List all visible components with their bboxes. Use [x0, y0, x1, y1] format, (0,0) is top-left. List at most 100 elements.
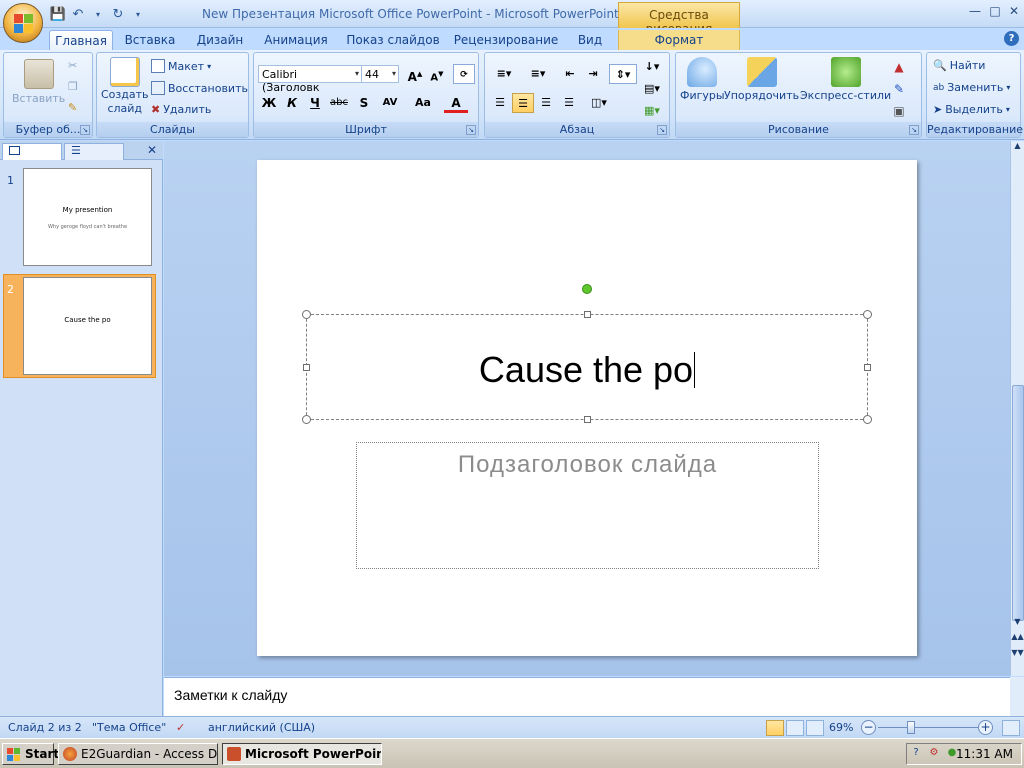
shapes-button[interactable]: Фигуры	[680, 57, 725, 102]
resize-handle[interactable]	[302, 310, 311, 319]
slideshow-view-button[interactable]	[806, 720, 824, 736]
chevron-down-icon[interactable]: ▾	[90, 6, 106, 22]
tab-review[interactable]: Рецензирование	[452, 30, 560, 50]
decrease-indent-button[interactable]: ⇤	[559, 64, 581, 84]
strikethrough-button[interactable]: abc	[328, 93, 350, 113]
align-text-button[interactable]: ▤▾	[641, 79, 663, 99]
help-icon[interactable]: ?	[1004, 31, 1019, 46]
zoom-slider[interactable]	[878, 727, 978, 728]
layout-button[interactable]: Макет ▾	[151, 59, 211, 73]
scroll-down-icon[interactable]: ▼	[1011, 617, 1024, 629]
dialog-launcher-icon[interactable]: ↘	[466, 125, 476, 135]
vertical-scrollbar[interactable]: ▲ ▼ ▲▲ ▼▼	[1010, 141, 1024, 676]
font-name-combo[interactable]: Calibri (Заголовк ▾	[258, 65, 362, 94]
subtitle-placeholder[interactable]: Подзаголовок слайда	[356, 442, 819, 569]
scroll-up-icon[interactable]: ▲	[1011, 141, 1024, 153]
zoom-out-icon[interactable]: −	[861, 720, 876, 735]
previous-slide-icon[interactable]: ▲▲	[1011, 632, 1024, 644]
shrink-font-button[interactable]: A▼	[426, 64, 448, 84]
save-icon[interactable]: 💾	[50, 6, 66, 22]
tab-outline[interactable]: ☰	[64, 143, 124, 160]
arrange-button[interactable]: Упорядочить	[724, 57, 799, 102]
change-case-button[interactable]: Aa	[409, 93, 437, 113]
resize-handle[interactable]	[864, 364, 871, 371]
line-spacing-button[interactable]: ⇕▾	[609, 64, 637, 84]
title-placeholder[interactable]: Cause the po	[302, 310, 872, 424]
resize-handle[interactable]	[584, 416, 591, 423]
align-center-button[interactable]: ☰	[512, 93, 534, 113]
grow-font-button[interactable]: A▲	[404, 64, 426, 84]
copy-button[interactable]: ❐	[68, 80, 78, 93]
dialog-launcher-icon[interactable]: ↘	[80, 125, 90, 135]
text-direction-button[interactable]: ↓▾	[641, 57, 663, 77]
numbering-button[interactable]: ≡▾	[523, 64, 553, 84]
normal-view-button[interactable]	[766, 720, 784, 736]
font-size-combo[interactable]: 44 ▾	[361, 65, 399, 83]
select-button[interactable]: ➤ Выделить ▾	[933, 103, 1010, 116]
slide-thumbnail-1[interactable]: My presention Why geroge floyd can't bre…	[23, 168, 152, 266]
format-painter-button[interactable]: ✎	[68, 101, 77, 114]
justify-button[interactable]: ☰	[558, 93, 580, 113]
resize-handle[interactable]	[863, 415, 872, 424]
help-tray-icon[interactable]: ?	[909, 747, 923, 761]
increase-indent-button[interactable]: ⇥	[582, 64, 604, 84]
tab-slideshow[interactable]: Показ слайдов	[343, 30, 443, 50]
bullets-button[interactable]: ≡▾	[489, 64, 519, 84]
quick-styles-button[interactable]: Экспресс-стили	[800, 57, 891, 102]
replace-button[interactable]: ab Заменить ▾	[933, 81, 1010, 94]
bold-button[interactable]: Ж	[258, 93, 280, 113]
resize-handle[interactable]	[863, 310, 872, 319]
dialog-launcher-icon[interactable]: ↘	[909, 125, 919, 135]
rotation-handle[interactable]	[582, 284, 592, 294]
language[interactable]: английский (США)	[208, 721, 315, 734]
tab-insert[interactable]: Вставка	[119, 30, 181, 50]
taskbar-item-powerpoint[interactable]: Microsoft PowerPoint ...	[222, 743, 382, 765]
next-slide-icon[interactable]: ▼▼	[1011, 648, 1024, 660]
scrollbar-thumb[interactable]	[1012, 385, 1024, 621]
zoom-slider-knob[interactable]	[907, 721, 915, 734]
zoom-in-icon[interactable]: +	[978, 720, 993, 735]
shape-outline-icon[interactable]: ✎	[888, 79, 910, 99]
italic-button[interactable]: К	[281, 93, 303, 113]
office-button[interactable]	[3, 3, 43, 43]
theme-name[interactable]: "Тема Office"	[92, 721, 166, 734]
spellcheck-icon[interactable]: ✓	[176, 721, 185, 734]
tab-slides-thumbnails[interactable]	[2, 143, 62, 160]
redo-icon[interactable]: ↻	[110, 6, 126, 22]
underline-button[interactable]: Ч	[304, 93, 326, 113]
shadow-button[interactable]: S	[353, 93, 375, 113]
align-right-button[interactable]: ☰	[535, 93, 557, 113]
slide-sorter-button[interactable]	[786, 720, 804, 736]
tab-design[interactable]: Дизайн	[190, 30, 250, 50]
clear-format-button[interactable]: ⟳	[453, 64, 475, 84]
tab-home[interactable]: Главная	[49, 30, 113, 50]
char-spacing-button[interactable]: AV	[376, 93, 404, 113]
dialog-launcher-icon[interactable]: ↘	[657, 125, 667, 135]
font-color-button[interactable]: A	[444, 93, 468, 113]
network-tray-icon[interactable]: ⚙	[927, 747, 941, 761]
fit-to-window-button[interactable]	[1002, 720, 1020, 736]
slide-canvas[interactable]: Cause the po Подзаголовок слайда	[257, 160, 917, 656]
close-pane-icon[interactable]: ✕	[147, 143, 157, 157]
shape-fill-icon[interactable]: ▲	[888, 57, 910, 77]
resize-handle[interactable]	[303, 364, 310, 371]
paste-button[interactable]: Вставить	[12, 59, 65, 105]
start-button[interactable]: Start	[2, 743, 59, 765]
resize-handle[interactable]	[584, 311, 591, 318]
delete-slide-button[interactable]: ✖ Удалить	[151, 103, 211, 116]
columns-button[interactable]: ◫▾	[584, 93, 614, 113]
tab-view[interactable]: Вид	[572, 30, 608, 50]
smartart-button[interactable]: ▦▾	[641, 101, 663, 121]
cut-button[interactable]: ✂	[68, 59, 77, 72]
find-button[interactable]: 🔍 Найти	[933, 59, 985, 72]
zoom-level[interactable]: 69%	[829, 721, 853, 734]
tab-format[interactable]: Формат	[618, 30, 740, 50]
customize-qat-icon[interactable]: ▾	[130, 6, 146, 22]
reset-button[interactable]: Восстановить	[151, 81, 248, 95]
taskbar-item-browser[interactable]: E2Guardian - Access Den...	[58, 743, 218, 765]
resize-handle[interactable]	[302, 415, 311, 424]
undo-icon[interactable]: ↶	[70, 6, 86, 22]
minimize-icon[interactable]: —	[966, 4, 984, 18]
shape-effects-icon[interactable]: ▣	[888, 101, 910, 121]
close-icon[interactable]: ✕	[1005, 4, 1023, 18]
